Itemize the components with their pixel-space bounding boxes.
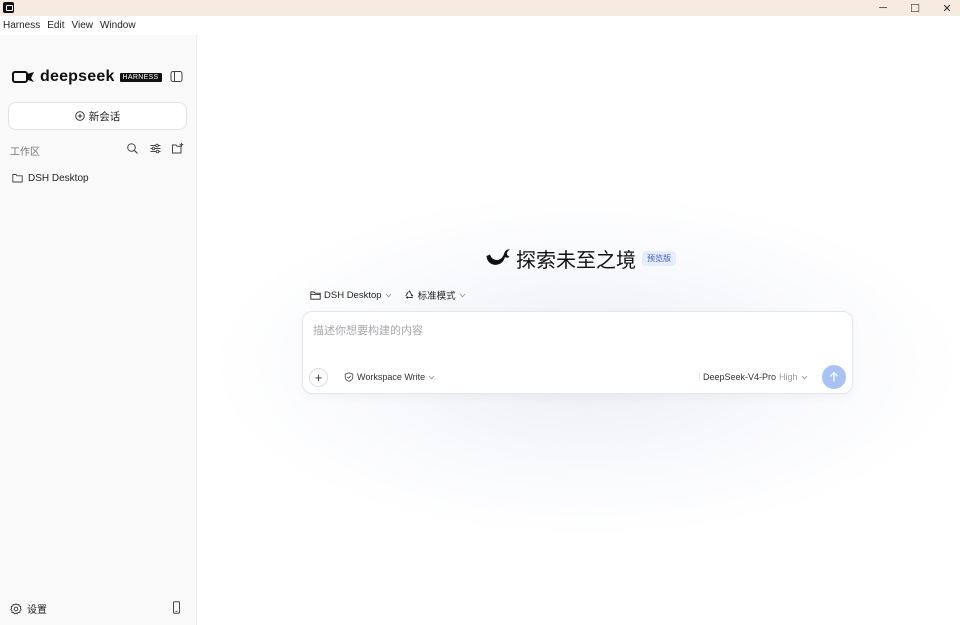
permission-selector[interactable]: Workspace Write	[344, 372, 435, 382]
hero-title: 探索未至之境	[516, 247, 636, 272]
shield-check-icon	[344, 372, 354, 382]
menu-harness[interactable]: Harness	[3, 18, 40, 33]
model-level: High	[779, 372, 798, 382]
plus-circle-icon	[74, 111, 85, 121]
attach-button[interactable]: +	[309, 368, 328, 387]
send-button[interactable]	[822, 365, 846, 389]
brand: deepseek HARNESS	[12, 68, 162, 86]
deepseek-logo-icon	[12, 71, 34, 83]
folder-selector-label: DSH Desktop	[324, 289, 382, 301]
preview-badge: 预览版	[642, 250, 676, 266]
brand-badge: HARNESS	[119, 72, 162, 82]
chevron-down-icon	[428, 375, 435, 379]
close-button[interactable]: ✕	[932, 0, 960, 16]
new-chat-label: 新会话	[88, 110, 121, 123]
mode-selector-label: 标准模式	[417, 291, 456, 302]
recycle-icon	[404, 289, 413, 299]
whale-logo-icon	[486, 249, 510, 265]
model-selector[interactable]: DeepSeek-V4-Pro High	[699, 372, 808, 382]
menu-bar: Harness Edit View Window	[0, 16, 960, 35]
menu-window[interactable]: Window	[100, 18, 136, 33]
new-chat-button[interactable]: 新会话	[8, 102, 187, 130]
folder-selector[interactable]: DSH Desktop	[310, 290, 392, 301]
hero: 探索未至之境 预览版	[485, 245, 676, 272]
search-icon[interactable]	[126, 142, 139, 155]
model-name: DeepSeek-V4-Pro	[703, 372, 777, 382]
title-bar: ─ ☐ ✕	[0, 0, 960, 16]
brand-name: deepseek	[40, 68, 115, 85]
sidebar-toggle-icon[interactable]	[170, 70, 183, 83]
app-icon	[3, 2, 14, 13]
workspace-item-label: DSH Desktop	[28, 172, 89, 184]
folder-icon	[12, 174, 23, 183]
settings-label: 设置	[27, 605, 47, 616]
menu-view[interactable]: View	[71, 18, 93, 33]
permission-label: Workspace Write	[357, 372, 426, 382]
sidebar: deepseek HARNESS 新会话 工作区 DSH Desktop 设置	[0, 35, 197, 625]
minimize-button[interactable]: ─	[868, 0, 898, 16]
workspace-section-label: 工作区	[10, 147, 40, 158]
mode-selector[interactable]: 标准模式	[404, 288, 466, 302]
prompt-input[interactable]	[313, 322, 833, 340]
composer: + Workspace Write DeepSeek-V4-Pro High	[302, 311, 853, 394]
menu-edit[interactable]: Edit	[47, 18, 64, 33]
maximize-button[interactable]: ☐	[900, 0, 930, 16]
chevron-down-icon	[801, 375, 807, 379]
mobile-device-icon[interactable]	[171, 601, 182, 614]
main-panel: 探索未至之境 预览版 DSH Desktop 标准模式 +	[197, 35, 960, 625]
context-selectors: DSH Desktop 标准模式	[310, 288, 478, 302]
arrow-up-icon	[829, 371, 839, 382]
settings-button[interactable]: 设置	[10, 601, 47, 616]
chevron-down-icon	[385, 293, 391, 297]
gear-icon	[10, 602, 22, 614]
chevron-down-icon	[459, 293, 465, 297]
folder-icon	[310, 291, 321, 300]
add-folder-icon[interactable]	[171, 142, 184, 155]
workspace-item[interactable]: DSH Desktop	[8, 169, 188, 187]
filter-icon[interactable]	[149, 142, 162, 155]
